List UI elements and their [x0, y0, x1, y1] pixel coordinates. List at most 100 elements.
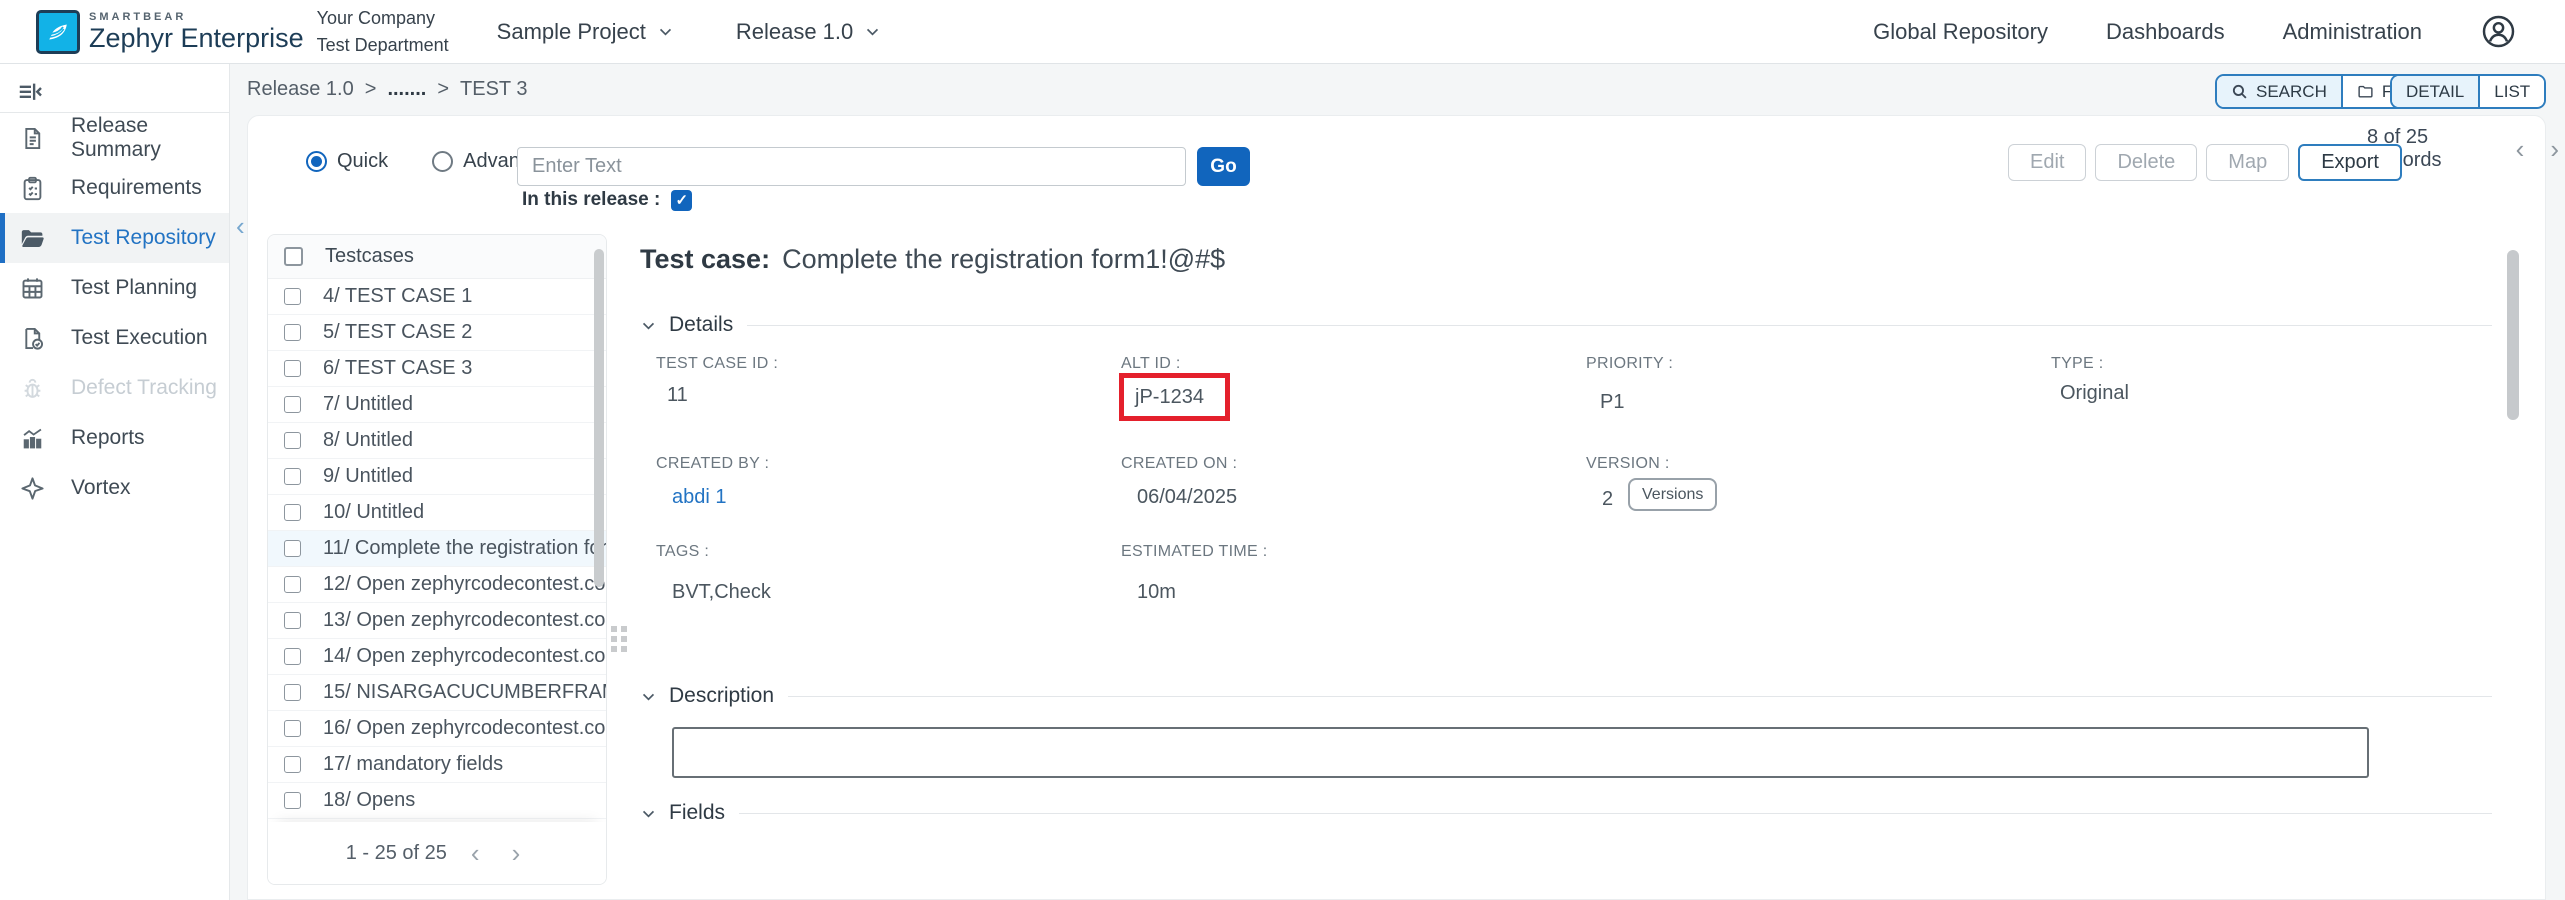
sidebar-item-test-execution[interactable]: Test Execution: [0, 313, 229, 363]
panel-resize-handle[interactable]: [611, 626, 627, 652]
search-toggle-button[interactable]: SEARCH: [2217, 76, 2341, 107]
next-record-icon[interactable]: ›: [2544, 136, 2565, 162]
list-item[interactable]: 18/ Opens: [268, 783, 606, 819]
testcase-title-label: Test case:: [640, 244, 770, 274]
testcase-label: 11/ Complete the registration form1!@#$: [323, 537, 606, 560]
chevron-down-icon[interactable]: [640, 805, 657, 822]
row-checkbox[interactable]: [284, 648, 301, 665]
row-checkbox[interactable]: [284, 720, 301, 737]
sidebar-item-reports[interactable]: Reports: [0, 413, 229, 463]
testcase-list-header: Testcases: [268, 235, 606, 279]
edit-button[interactable]: Edit: [2008, 144, 2086, 181]
sidebar-item-label: Test Execution: [71, 326, 208, 350]
sidebar-item-test-planning[interactable]: Test Planning: [0, 263, 229, 313]
section-divider: [788, 696, 2492, 697]
list-item[interactable]: 4/ TEST CASE 1: [268, 279, 606, 315]
priority-value: P1: [1600, 391, 1624, 414]
list-item[interactable]: 13/ Open zephyrcodecontest.com websi: [268, 603, 606, 639]
description-section-header: Description: [640, 684, 2492, 708]
testcase-label: 9/ Untitled: [323, 465, 413, 488]
testcase-list-body: 4/ TEST CASE 15/ TEST CASE 26/ TEST CASE…: [268, 279, 606, 819]
list-item[interactable]: 12/ Open zephyrcodecontest.com websi: [268, 567, 606, 603]
row-checkbox[interactable]: [284, 504, 301, 521]
testcase-label: 12/ Open zephyrcodecontest.com websi: [323, 573, 606, 596]
list-item[interactable]: 11/ Complete the registration form1!@#$: [268, 531, 606, 567]
test-case-id-label: TEST CASE ID :: [656, 355, 778, 373]
row-checkbox[interactable]: [284, 756, 301, 773]
release-dropdown[interactable]: Release 1.0: [736, 19, 881, 45]
project-dropdown[interactable]: Sample Project: [497, 19, 674, 45]
sidebar-item-vortex[interactable]: Vortex: [0, 463, 229, 513]
chevron-down-icon[interactable]: [640, 317, 657, 334]
row-checkbox[interactable]: [284, 792, 301, 809]
chevron-down-icon: [657, 23, 674, 40]
pagination-next-icon[interactable]: ›: [504, 838, 529, 869]
document-icon: [19, 125, 46, 152]
sidebar-item-requirements[interactable]: Requirements: [0, 163, 229, 213]
created-on-label: CREATED ON :: [1121, 455, 1237, 473]
list-item[interactable]: 5/ TEST CASE 2: [268, 315, 606, 351]
priority-label: PRIORITY :: [1586, 355, 1673, 373]
search-icon: [2231, 83, 2248, 100]
tags-value: BVT,Check: [672, 581, 771, 604]
created-by-link[interactable]: abdi 1: [672, 486, 727, 509]
row-checkbox[interactable]: [284, 612, 301, 629]
in-this-release-checkbox[interactable]: ✓: [671, 190, 692, 211]
row-checkbox[interactable]: [284, 684, 301, 701]
row-checkbox[interactable]: [284, 360, 301, 377]
row-checkbox[interactable]: [284, 288, 301, 305]
nav-administration[interactable]: Administration: [2283, 19, 2422, 45]
pagination-prev-icon[interactable]: ‹: [463, 838, 488, 869]
testcase-label: 13/ Open zephyrcodecontest.com websi: [323, 609, 606, 632]
app-header: SMARTBEAR Zephyr Enterprise Your Company…: [0, 0, 2565, 64]
row-checkbox[interactable]: [284, 468, 301, 485]
description-textbox[interactable]: [672, 727, 2369, 778]
breadcrumb-current: TEST 3: [460, 78, 527, 101]
list-item[interactable]: 17/ mandatory fields: [268, 747, 606, 783]
list-pagination: 1 - 25 of 25 ‹ ›: [268, 822, 606, 884]
list-item[interactable]: 8/ Untitled: [268, 423, 606, 459]
list-item[interactable]: 6/ TEST CASE 3: [268, 351, 606, 387]
list-item[interactable]: 7/ Untitled: [268, 387, 606, 423]
sidebar-item-test-repository[interactable]: Test Repository: [0, 213, 229, 263]
delete-button[interactable]: Delete: [2095, 144, 2197, 181]
nav-global-repository[interactable]: Global Repository: [1873, 19, 2048, 45]
list-item[interactable]: 16/ Open zephyrcodecontest.com websi: [268, 711, 606, 747]
created-by-label: CREATED BY :: [656, 455, 769, 473]
row-checkbox[interactable]: [284, 540, 301, 557]
breadcrumb-collapsed[interactable]: .......: [387, 78, 426, 101]
sidebar-item-label: Defect Tracking: [71, 376, 217, 400]
select-all-checkbox[interactable]: [284, 247, 303, 266]
sidebar-item-label: Test Repository: [71, 226, 216, 250]
nav-dashboards[interactable]: Dashboards: [2106, 19, 2225, 45]
detail-toggle-button[interactable]: DETAIL: [2392, 76, 2478, 107]
go-button[interactable]: Go: [1197, 147, 1250, 186]
brand-text: SMARTBEAR Zephyr Enterprise: [89, 12, 304, 52]
list-toggle-button[interactable]: LIST: [2478, 76, 2544, 107]
row-checkbox[interactable]: [284, 324, 301, 341]
breadcrumb-release[interactable]: Release 1.0: [247, 78, 354, 101]
row-checkbox[interactable]: [284, 576, 301, 593]
detail-scrollbar-thumb[interactable]: [2507, 250, 2519, 420]
export-button[interactable]: Export: [2298, 144, 2402, 181]
in-this-release-control: In this release : ✓: [522, 189, 692, 211]
list-scrollbar-thumb[interactable]: [594, 249, 604, 587]
quick-radio[interactable]: Quick: [306, 150, 388, 173]
sidebar-item-label: Vortex: [71, 476, 131, 500]
versions-button[interactable]: Versions: [1628, 478, 1717, 511]
list-item[interactable]: 9/ Untitled: [268, 459, 606, 495]
chevron-down-icon[interactable]: [640, 688, 657, 705]
sidebar-collapse-icon[interactable]: [16, 79, 46, 107]
list-item[interactable]: 14/ Open zephyrcodecontest.com websi: [268, 639, 606, 675]
row-checkbox[interactable]: [284, 432, 301, 449]
sidebar-item-release-summary[interactable]: Release Summary: [0, 113, 229, 163]
map-button[interactable]: Map: [2206, 144, 2289, 181]
search-input[interactable]: [517, 147, 1186, 186]
row-checkbox[interactable]: [284, 396, 301, 413]
user-avatar-icon[interactable]: [2480, 13, 2517, 50]
panel-collapse-chevron-icon[interactable]: ‹: [236, 211, 245, 242]
list-item[interactable]: 10/ Untitled: [268, 495, 606, 531]
estimated-time-label: ESTIMATED TIME :: [1121, 543, 1267, 561]
prev-record-icon[interactable]: ‹: [2510, 136, 2531, 162]
list-item[interactable]: 15/ NISARGACUCUMBERFRAMEWORK: [268, 675, 606, 711]
